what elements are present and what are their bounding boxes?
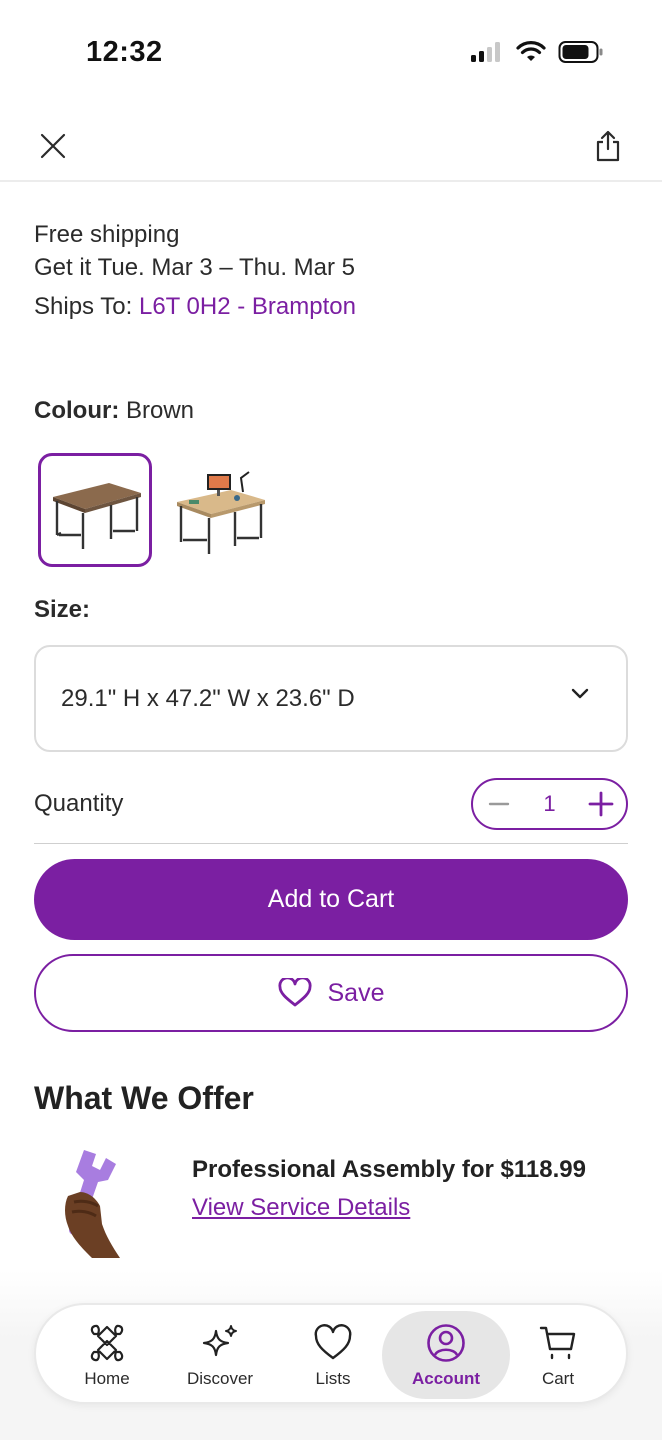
- share-button[interactable]: [586, 124, 630, 168]
- tab-home[interactable]: Home: [49, 1311, 165, 1399]
- quantity-stepper: 1: [471, 778, 628, 830]
- desk-brown-image: [53, 483, 141, 549]
- tab-discover-label: Discover: [186, 1369, 254, 1388]
- save-label: Save: [327, 978, 385, 1007]
- shipping-info: Free shipping Get it Tue. Mar 3 – Thu. M…: [34, 218, 356, 323]
- view-service-details-link[interactable]: View Service Details: [192, 1194, 410, 1222]
- share-icon: [596, 130, 620, 162]
- ships-to-label: Ships To:: [34, 293, 133, 320]
- top-nav: [0, 110, 662, 182]
- colour-swatch-desk-setup[interactable]: [162, 453, 276, 567]
- tab-lists-label: Lists: [315, 1369, 351, 1388]
- quantity-label: Quantity: [34, 790, 124, 817]
- cellular-signal-icon: [471, 42, 500, 62]
- save-button[interactable]: Save: [34, 954, 628, 1032]
- battery-icon: [558, 41, 603, 63]
- desk-with-monitor-image: [177, 471, 265, 554]
- chevron-down-icon: [571, 688, 589, 699]
- ships-to-row: Ships To: L6T 0H2 - Brampton: [34, 290, 356, 323]
- tab-cart-label: Cart: [541, 1369, 575, 1388]
- offer-heading: What We Offer: [34, 1080, 254, 1116]
- heart-icon: [314, 1324, 352, 1360]
- size-value: 29.1" H x 47.2" W x 23.6" D: [61, 685, 355, 712]
- assembly-wrench-illustration: [65, 1150, 120, 1258]
- colour-value: Brown: [125, 397, 195, 424]
- heart-icon: [277, 978, 312, 1007]
- free-shipping-text: Free shipping: [34, 221, 180, 248]
- size-label: Size:: [34, 596, 91, 623]
- tab-home-label: Home: [84, 1369, 130, 1388]
- size-dropdown[interactable]: 29.1" H x 47.2" W x 23.6" D: [34, 645, 628, 752]
- ships-to-location-link[interactable]: L6T 0H2 - Brampton: [139, 293, 356, 320]
- status-time: 12:32: [86, 36, 163, 68]
- increase-quantity-button[interactable]: [588, 791, 614, 817]
- tab-discover[interactable]: Discover: [162, 1311, 278, 1399]
- cart-icon: [539, 1326, 576, 1360]
- tab-account[interactable]: Account: [382, 1311, 510, 1399]
- colour-label-title: Colour:: [34, 397, 120, 424]
- wifi-icon: [516, 41, 546, 61]
- sparkle-icon: [202, 1325, 237, 1357]
- bottom-tab-bar: Home Discover Lists Account Cart: [34, 1303, 628, 1404]
- delivery-estimate: Get it Tue. Mar 3 – Thu. Mar 5: [34, 254, 356, 281]
- colour-swatch-brown[interactable]: [38, 453, 152, 567]
- divider: [34, 843, 628, 844]
- home-icon: [90, 1324, 124, 1362]
- colour-label: Colour: Brown: [34, 397, 194, 425]
- tab-lists[interactable]: Lists: [275, 1311, 391, 1399]
- status-bar: 12:32: [0, 0, 662, 100]
- close-icon: [40, 133, 66, 159]
- status-icons: [470, 40, 604, 64]
- close-button[interactable]: [31, 124, 75, 168]
- add-to-cart-button[interactable]: Add to Cart: [34, 859, 628, 940]
- add-to-cart-label: Add to Cart: [267, 885, 395, 913]
- tab-cart[interactable]: Cart: [500, 1311, 616, 1399]
- tab-account-label: Account: [412, 1369, 480, 1388]
- account-icon: [427, 1324, 465, 1362]
- assembly-service-title: Professional Assembly for $118.99: [192, 1156, 586, 1183]
